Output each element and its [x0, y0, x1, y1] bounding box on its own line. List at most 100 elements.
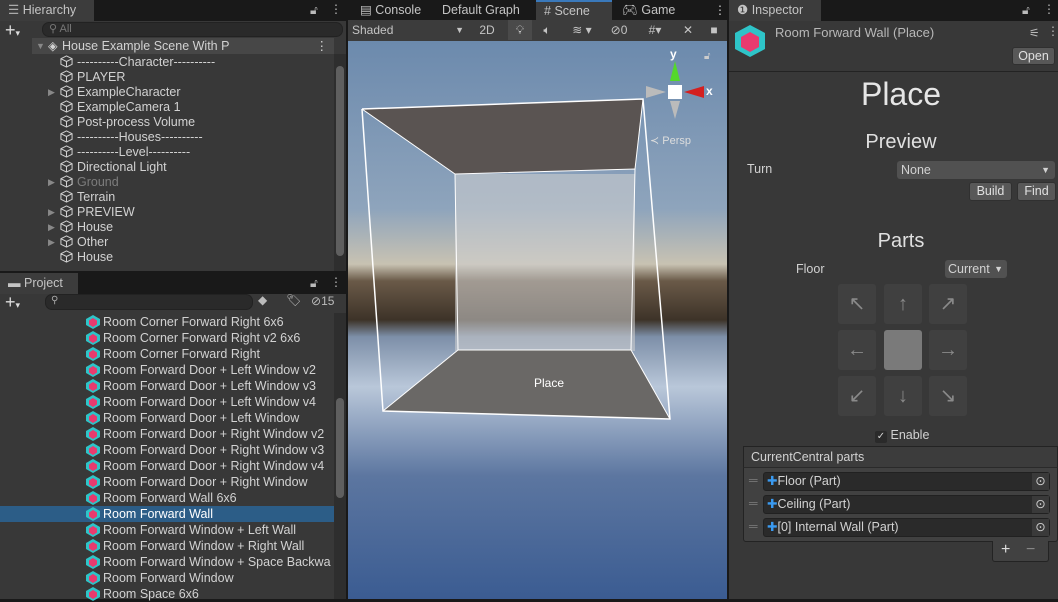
- tab-game[interactable]: 🎮︎ Game: [614, 0, 683, 21]
- hierarchy-item[interactable]: ▶ ExampleCharacter: [0, 85, 334, 100]
- floor-dropdown[interactable]: Current ▼: [945, 260, 1007, 278]
- tab-console[interactable]: ▤ Console: [352, 0, 429, 21]
- project-item[interactable]: Room Forward Window + Space Backwa: [0, 554, 334, 570]
- hierarchy-item[interactable]: Post-process Volume: [0, 115, 334, 130]
- project-scrollbar[interactable]: [334, 313, 346, 599]
- project-item[interactable]: Room Forward Door + Right Window: [0, 474, 334, 490]
- hierarchy-item[interactable]: ▶ House: [0, 220, 334, 235]
- project-item[interactable]: Room Forward Door + Right Window v3: [0, 442, 334, 458]
- project-item[interactable]: Room Corner Forward Right: [0, 346, 334, 362]
- drag-handle[interactable]: ═: [749, 496, 758, 510]
- camera-icon[interactable]: ■: [704, 20, 724, 40]
- hierarchy-scrollbar[interactable]: [334, 54, 346, 271]
- more-menu-icon[interactable]: ⋮: [1043, 2, 1055, 16]
- build-button[interactable]: Build: [969, 182, 1012, 201]
- object-picker-icon[interactable]: ⊙: [1032, 473, 1049, 490]
- project-item[interactable]: Room Forward Wall: [0, 506, 334, 522]
- hierarchy-item[interactable]: ▶ Ground: [0, 175, 334, 190]
- tools-icon[interactable]: ✕: [678, 20, 698, 40]
- nav-down-button[interactable]: ↓: [884, 376, 922, 416]
- project-item[interactable]: Room Forward Door + Left Window v3: [0, 378, 334, 394]
- nav-left-button[interactable]: ←: [838, 330, 876, 370]
- expand-arrow-icon[interactable]: ▶: [48, 205, 55, 220]
- scene-header-row[interactable]: ▼ ◈ House Example Scene With P ⋮: [32, 38, 334, 54]
- effects-toggle-icon[interactable]: ≋ ▾: [562, 20, 602, 40]
- tab-default-graph[interactable]: Default Graph: [434, 0, 528, 21]
- nav-up-left-button[interactable]: ↖: [838, 284, 876, 324]
- object-picker-icon[interactable]: ⊙: [1032, 496, 1049, 513]
- more-menu-icon[interactable]: ⋮: [330, 275, 342, 289]
- project-item[interactable]: Room Forward Window: [0, 570, 334, 586]
- hierarchy-item[interactable]: House: [0, 250, 334, 265]
- nav-up-right-button[interactable]: ↗: [929, 284, 967, 324]
- object-picker-icon[interactable]: ⊙: [1032, 519, 1049, 536]
- shading-mode-dropdown[interactable]: Shaded ▼: [350, 20, 468, 40]
- project-item[interactable]: Room Forward Door + Left Window v4: [0, 394, 334, 410]
- more-menu-icon[interactable]: ⋮: [316, 38, 329, 54]
- more-menu-icon[interactable]: ⋮: [1047, 24, 1058, 38]
- expand-arrow-icon[interactable]: ▶: [48, 175, 55, 190]
- project-item[interactable]: Room Forward Wall 6x6: [0, 490, 334, 506]
- persp-label[interactable]: ≺ Persp: [650, 134, 691, 147]
- filter-by-label-icon[interactable]: 🏷︎: [286, 293, 301, 307]
- project-item[interactable]: Room Corner Forward Right 6x6: [0, 314, 334, 330]
- nav-center-button[interactable]: [884, 330, 922, 370]
- turn-dropdown[interactable]: None ▼: [897, 161, 1055, 179]
- project-search-input[interactable]: ⚲: [45, 294, 253, 310]
- hidden-packages-toggle[interactable]: ⊘15: [311, 294, 334, 308]
- settings-icon[interactable]: ⚟: [1029, 26, 1040, 40]
- project-item[interactable]: Room Forward Door + Right Window v2: [0, 426, 334, 442]
- create-button[interactable]: +▾: [5, 292, 20, 313]
- find-button[interactable]: Find: [1017, 182, 1056, 201]
- tab-inspector[interactable]: ❶ Inspector: [729, 0, 821, 21]
- enable-checkbox[interactable]: ✓ Enable: [875, 428, 929, 443]
- project-item[interactable]: Room Forward Door + Right Window v4: [0, 458, 334, 474]
- toggle-2d-button[interactable]: 2D: [474, 20, 500, 40]
- expand-arrow-icon[interactable]: ▶: [48, 235, 55, 250]
- filter-by-type-icon[interactable]: ◆: [258, 293, 267, 307]
- hierarchy-item[interactable]: PLAYER: [0, 70, 334, 85]
- lock-icon[interactable]: 🔓︎: [1022, 3, 1030, 18]
- nav-up-button[interactable]: ↑: [884, 284, 922, 324]
- drag-handle[interactable]: ═: [749, 519, 758, 533]
- more-menu-icon[interactable]: ⋮: [330, 2, 342, 16]
- lock-icon[interactable]: 🔓︎: [704, 51, 710, 62]
- nav-down-right-button[interactable]: ↘: [929, 376, 967, 416]
- part-object-field[interactable]: ✚Ceiling (Part) ⊙: [763, 495, 1050, 514]
- part-object-field[interactable]: ✚Floor (Part) ⊙: [763, 472, 1050, 491]
- grid-toggle-icon[interactable]: #▾: [638, 20, 672, 40]
- nav-right-button[interactable]: →: [929, 330, 967, 370]
- add-button[interactable]: +▾: [5, 20, 20, 41]
- hierarchy-item[interactable]: ▶ PREVIEW: [0, 205, 334, 220]
- project-item[interactable]: Room Space 6x6: [0, 586, 334, 602]
- hierarchy-item[interactable]: ----------Level----------: [0, 145, 334, 160]
- lighting-toggle[interactable]: 💡︎: [508, 20, 532, 40]
- hierarchy-item[interactable]: Terrain: [0, 190, 334, 205]
- more-menu-icon[interactable]: ⋮: [714, 3, 726, 17]
- tab-scene[interactable]: # Scene: [536, 0, 612, 21]
- add-part-button[interactable]: +: [1001, 541, 1010, 559]
- tab-project[interactable]: ▬ Project: [0, 273, 78, 294]
- part-object-field[interactable]: ✚[0] Internal Wall (Part) ⊙: [763, 518, 1050, 537]
- expand-arrow-icon[interactable]: ▼: [36, 38, 45, 54]
- open-button[interactable]: Open: [1012, 47, 1055, 65]
- lock-icon[interactable]: 🔓︎: [310, 3, 318, 18]
- hierarchy-item[interactable]: ▶ Other: [0, 235, 334, 250]
- expand-arrow-icon[interactable]: ▶: [48, 220, 55, 235]
- hierarchy-item[interactable]: ----------Character----------: [0, 55, 334, 70]
- lock-icon[interactable]: 🔓︎: [310, 276, 318, 291]
- project-item[interactable]: Room Corner Forward Right v2 6x6: [0, 330, 334, 346]
- audio-toggle-icon[interactable]: 🔈︎: [536, 20, 558, 40]
- project-item[interactable]: Room Forward Door + Left Window: [0, 410, 334, 426]
- expand-arrow-icon[interactable]: ▶: [48, 85, 55, 100]
- hierarchy-search-input[interactable]: ⚲ All: [42, 22, 343, 37]
- project-item[interactable]: Room Forward Window + Right Wall: [0, 538, 334, 554]
- hierarchy-item[interactable]: ----------Houses----------: [0, 130, 334, 145]
- project-item[interactable]: Room Forward Door + Left Window v2: [0, 362, 334, 378]
- remove-part-button[interactable]: −: [1026, 541, 1035, 559]
- drag-handle[interactable]: ═: [749, 473, 758, 487]
- nav-down-left-button[interactable]: ↙: [838, 376, 876, 416]
- hidden-objects-toggle[interactable]: ⊘0: [606, 20, 632, 40]
- tab-hierarchy[interactable]: ☰ Hierarchy: [0, 0, 94, 21]
- hierarchy-item[interactable]: ExampleCamera 1: [0, 100, 334, 115]
